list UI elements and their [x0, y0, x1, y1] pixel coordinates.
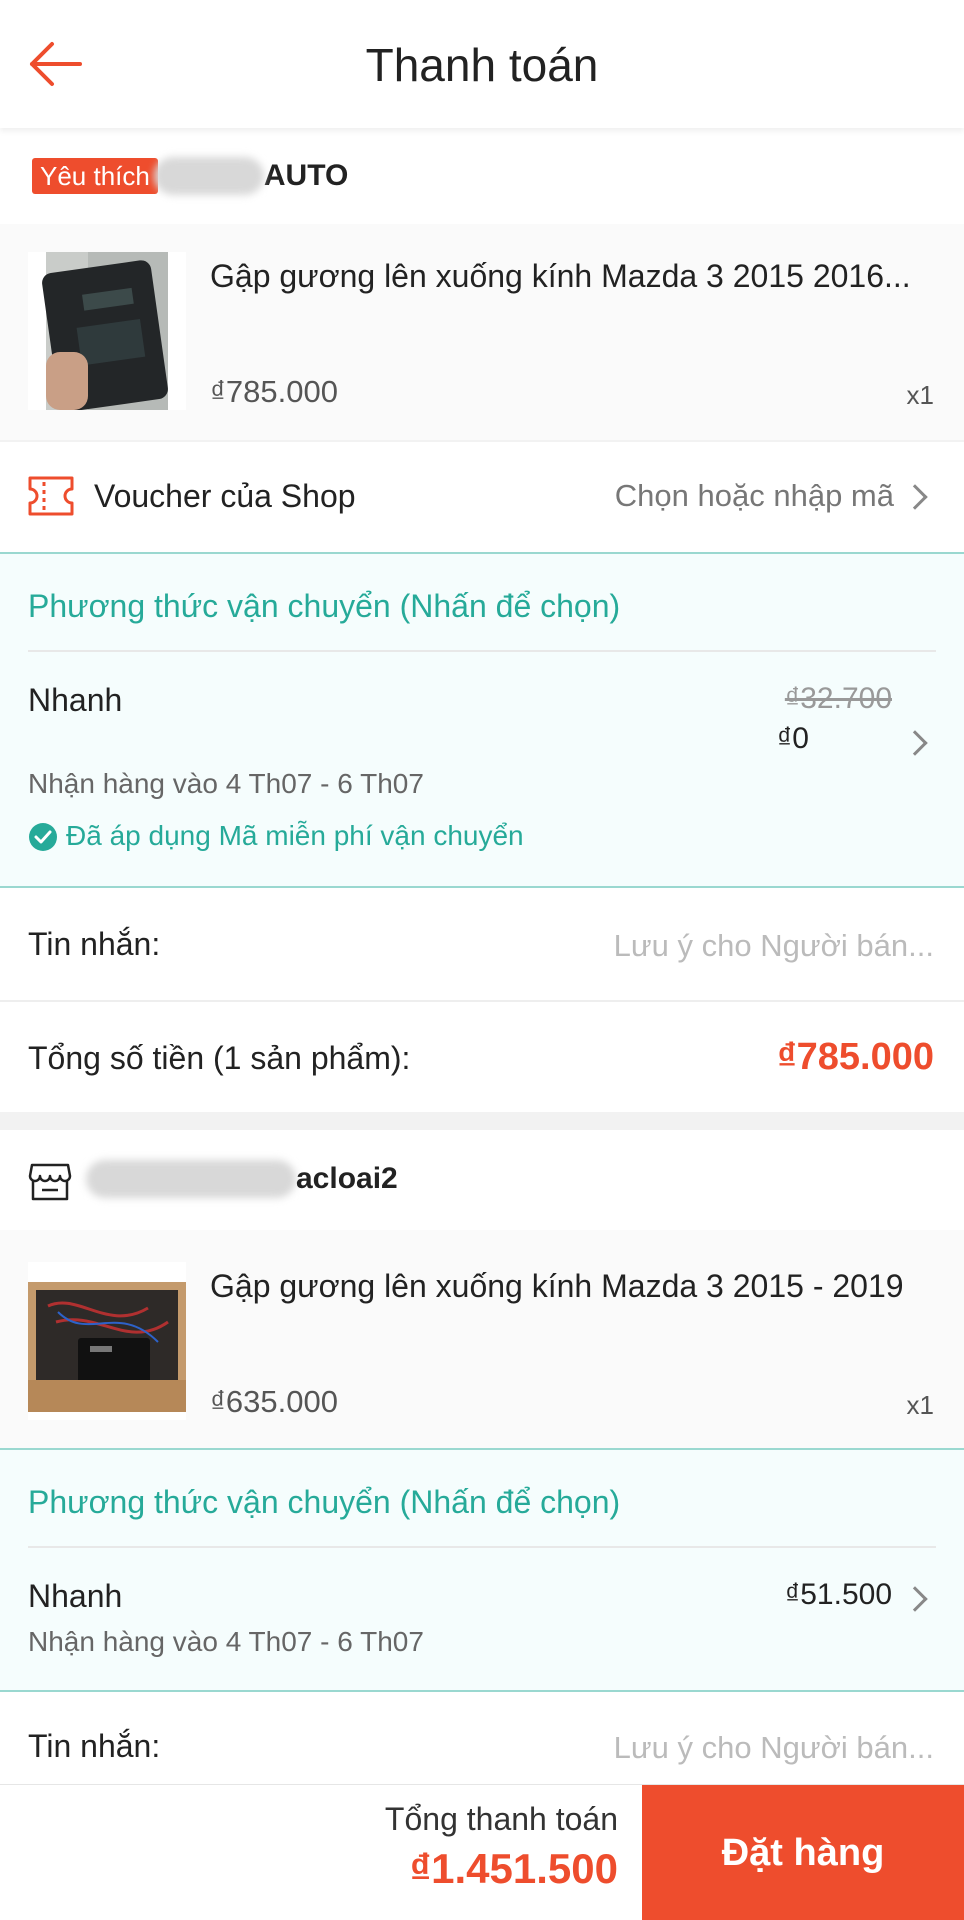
message-input[interactable]: Lưu ý cho Người bán...	[614, 928, 934, 964]
shop-total-value: ₫785.000	[777, 1036, 934, 1078]
place-order-button[interactable]: Đặt hàng	[642, 1785, 964, 1920]
chevron-right-icon	[902, 730, 928, 756]
free-shipping-applied: Đã áp dụng Mã miễn phí vận chuyển	[66, 820, 524, 851]
message-input[interactable]: Lưu ý cho Người bán...	[614, 1730, 934, 1766]
shipping-price: ₫51.500	[784, 1578, 892, 1611]
grand-total-value: ₫1.451.500	[409, 1845, 618, 1892]
product-image	[28, 252, 186, 412]
check-circle-icon	[29, 823, 57, 851]
message-row-2[interactable]: Tin nhắn: Lưu ý cho Người bán...	[0, 1692, 964, 1784]
shipping-price: ₫0	[776, 722, 809, 755]
shipping-section-1[interactable]: Phương thức vận chuyển (Nhấn để chọn) Nh…	[0, 554, 964, 886]
message-row-1[interactable]: Tin nhắn: Lưu ý cho Người bán...	[0, 888, 964, 1000]
product-quantity: x1	[906, 380, 934, 410]
product-price: ₫635.000	[210, 1384, 338, 1419]
divider	[28, 1546, 936, 1548]
shipping-method: Nhanh	[28, 1578, 123, 1614]
product-row-1[interactable]: Gập gương lên xuống kính Mazda 3 2015 20…	[0, 224, 964, 440]
product-quantity: x1	[906, 1390, 934, 1420]
chevron-right-icon	[902, 1586, 928, 1612]
favorite-badge: Yêu thích	[32, 158, 158, 194]
page-title: Thanh toán	[365, 39, 599, 91]
shop-name: acloai2	[296, 1162, 398, 1195]
blurred-shop-name	[86, 1160, 296, 1198]
voucher-label: Voucher của Shop	[94, 478, 356, 514]
shop-total-row: Tổng số tiền (1 sản phẩm): ₫785.000	[0, 1002, 964, 1112]
delivery-estimate: Nhận hàng vào 4 Th07 - 6 Th07	[28, 1626, 424, 1657]
message-label: Tin nhắn:	[28, 926, 161, 962]
chevron-right-icon	[902, 484, 928, 510]
shop-header-2[interactable]: acloai2	[0, 1130, 964, 1230]
product-row-2[interactable]: Gập gương lên xuống kính Mazda 3 2015 - …	[0, 1230, 964, 1448]
grand-total-label: Tổng thanh toán	[384, 1801, 618, 1837]
blurred-shop-name	[153, 157, 264, 195]
divider	[28, 650, 936, 652]
shipping-section-2[interactable]: Phương thức vận chuyển (Nhấn để chọn) Nh…	[0, 1450, 964, 1690]
voucher-action[interactable]: Chọn hoặc nhập mã	[615, 478, 894, 514]
voucher-icon	[28, 476, 74, 516]
shop-voucher-row[interactable]: Voucher của Shop Chọn hoặc nhập mã	[0, 442, 964, 552]
shipping-old-price: ₫32.700	[784, 682, 892, 715]
checkout-page: Thanh toán Yêu thích AUTO Gập gương lên …	[0, 0, 964, 1920]
product-price: ₫785.000	[210, 374, 338, 409]
shop-total-label: Tổng số tiền (1 sản phẩm):	[28, 1040, 411, 1076]
product-name: Gập gương lên xuống kính Mazda 3 2015 20…	[210, 258, 911, 294]
delivery-estimate: Nhận hàng vào 4 Th07 - 6 Th07	[28, 768, 424, 799]
top-bar: Thanh toán	[0, 0, 964, 128]
message-label: Tin nhắn:	[28, 1728, 161, 1764]
shipping-title: Phương thức vận chuyển (Nhấn để chọn)	[28, 1484, 621, 1520]
shop-icon	[28, 1163, 72, 1201]
shop-header-1[interactable]: Yêu thích AUTO	[0, 128, 964, 224]
product-image	[28, 1262, 186, 1420]
shipping-title: Phương thức vận chuyển (Nhấn để chọn)	[28, 588, 621, 624]
shipping-method: Nhanh	[28, 682, 123, 718]
bottom-checkout-bar: Tổng thanh toán ₫1.451.500 Đặt hàng	[0, 1784, 964, 1920]
shop-name: AUTO	[263, 159, 349, 192]
product-name: Gập gương lên xuống kính Mazda 3 2015 - …	[210, 1268, 904, 1304]
